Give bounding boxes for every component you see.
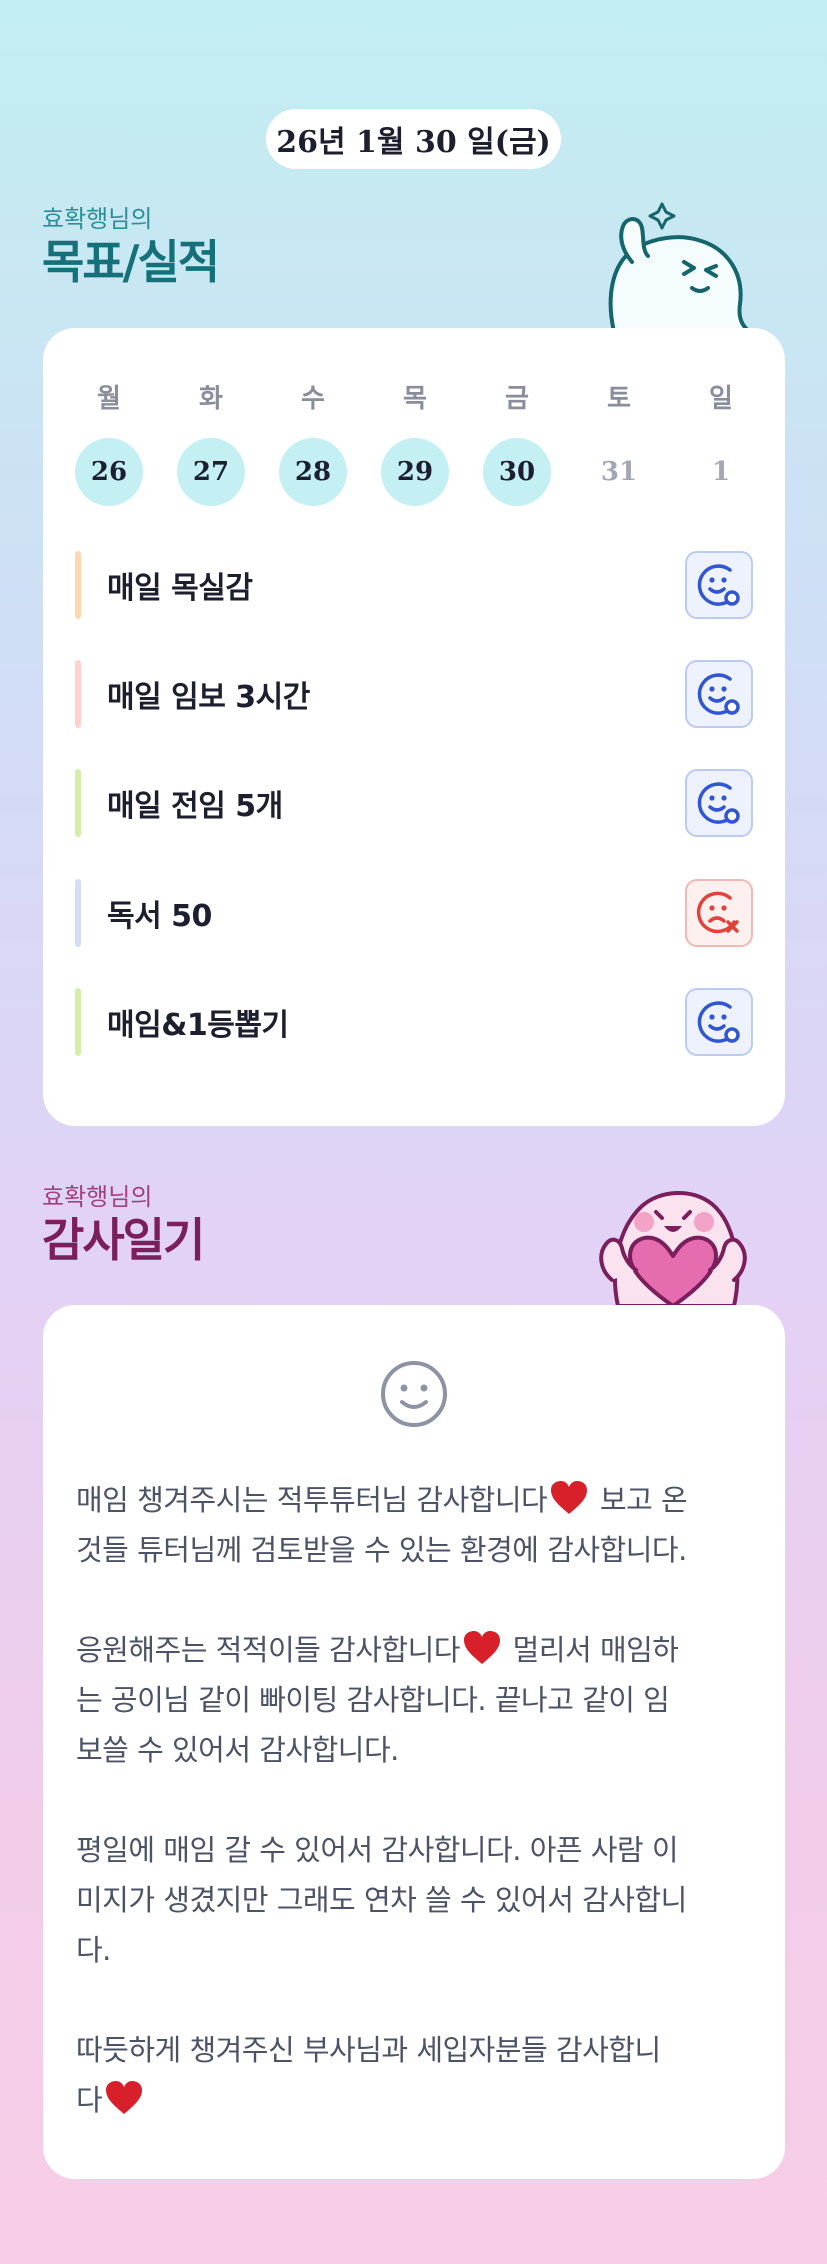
goal-name: 독서 50 (107, 899, 212, 934)
goal-name: 매일 임보 3시간 (107, 680, 310, 715)
goal-color-bar (75, 660, 81, 728)
date-pill: 26년 1월 30 일(금) (266, 109, 561, 169)
diary-line: 는 공이님 같이 빠이팅 감사합니다. 끝나고 같이 임 (76, 1683, 670, 1717)
diary-entry: 따듯하게 챙겨주신 부사님과 세입자분들 감사합니 다 (76, 2025, 756, 2125)
heart-icon (551, 1481, 588, 1514)
diary-text: 다 (76, 2083, 103, 2117)
smile-check-icon (697, 1001, 740, 1043)
diary-title: 감사일기 (42, 1213, 205, 1267)
weekday-label: 일 (709, 384, 733, 414)
diary-entry: 평일에 매임 갈 수 있어서 감사합니다. 아픈 사람 이 미지가 생겼지만 그… (76, 1825, 756, 1975)
goal-color-bar (75, 988, 81, 1056)
diary-text: 매임 챙겨주시는 적투튜터님 감사합니다 (76, 1483, 548, 1517)
calendar-day[interactable]: 31 (585, 438, 653, 506)
goal-status-button[interactable] (685, 769, 753, 837)
calendar-day[interactable]: 30 (483, 438, 551, 506)
weekday-label: 수 (301, 384, 325, 414)
goal-row: 매일 목실감 (75, 551, 753, 619)
weekday-label: 목 (403, 384, 427, 414)
diary-line: 것들 튜터님께 검토받을 수 있는 환경에 감사합니다. (76, 1533, 687, 1567)
goal-name: 매일 전임 5개 (107, 789, 283, 824)
goal-name: 매임&1등뽑기 (107, 1008, 289, 1043)
goal-name: 매일 목실감 (107, 571, 253, 606)
goal-row: 매임&1등뽑기 (75, 988, 753, 1056)
goal-status-button[interactable] (685, 660, 753, 728)
diary-line: 따듯하게 챙겨주신 부사님과 세입자분들 감사합니 (76, 2033, 661, 2067)
goals-subtitle: 효확행님의 (42, 205, 153, 233)
diary-text: 보고 온 (591, 1483, 688, 1517)
weekday-header: 월 화 수 목 금 토 일 (75, 378, 755, 415)
diary-line: 응원해주는 적적이들 감사합니다 멀리서 매임하 (76, 1625, 756, 1675)
diary-line: 미지가 생겼지만 그래도 연차 쓸 수 있어서 감사합니 (76, 1883, 687, 1917)
diary-card: 매임 챙겨주시는 적투튜터님 감사합니다 보고 온 것들 튜터님께 검토받을 수… (43, 1305, 785, 2179)
heart-hugging-mascot-icon (599, 1191, 747, 1306)
goal-color-bar (75, 769, 81, 837)
goal-row: 매일 전임 5개 (75, 769, 753, 837)
diary-text: 멀리서 매임하 (503, 1633, 679, 1667)
smile-check-icon (697, 564, 740, 606)
sad-x-icon (696, 891, 739, 934)
diary-subtitle: 효확행님의 (42, 1183, 153, 1211)
diary-line: 다 (76, 2075, 756, 2125)
heart-icon (106, 2081, 143, 2114)
week-days: 26 27 28 29 30 31 1 (75, 438, 755, 506)
weekday-label: 화 (199, 384, 223, 414)
calendar-day[interactable]: 1 (687, 438, 755, 506)
calendar-day[interactable]: 29 (381, 438, 449, 506)
waving-mascot-icon (608, 202, 752, 332)
diary-line: 다. (76, 1933, 111, 1967)
goals-section-header: 효확행님의 목표/실적 (42, 204, 220, 290)
date-label: 26년 1월 30 일(금) (276, 125, 551, 160)
weekday-label: 토 (607, 384, 631, 414)
diary-line: 보쓸 수 있어서 감사합니다. (76, 1733, 399, 1767)
goal-status-button[interactable] (685, 551, 753, 619)
calendar-day[interactable]: 28 (279, 438, 347, 506)
goal-color-bar (75, 879, 81, 947)
calendar-day[interactable]: 26 (75, 438, 143, 506)
goal-status-button[interactable] (685, 879, 753, 947)
goal-row: 매일 임보 3시간 (75, 660, 753, 728)
goal-color-bar (75, 551, 81, 619)
diary-entry: 응원해주는 적적이들 감사합니다 멀리서 매임하 는 공이님 같이 빠이팅 감사… (76, 1625, 756, 1775)
goal-status-button[interactable] (685, 988, 753, 1056)
calendar-day[interactable]: 27 (177, 438, 245, 506)
diary-entry: 매임 챙겨주시는 적투튜터님 감사합니다 보고 온 것들 튜터님께 검토받을 수… (76, 1475, 756, 1575)
diary-line: 매임 챙겨주시는 적투튜터님 감사합니다 보고 온 (76, 1475, 756, 1525)
diary-section-header: 효확행님의 감사일기 (42, 1182, 205, 1268)
goals-title: 목표/실적 (42, 235, 220, 289)
weekday-label: 월 (97, 384, 121, 414)
goal-row: 독서 50 (75, 879, 753, 947)
weekday-label: 금 (505, 384, 529, 414)
smile-check-icon (697, 782, 740, 824)
goals-card: 월 화 수 목 금 토 일 26 27 28 29 30 31 1 매일 목실감… (43, 328, 785, 1126)
diary-text: 응원해주는 적적이들 감사합니다 (76, 1633, 460, 1667)
diary-line: 평일에 매임 갈 수 있어서 감사합니다. 아픈 사람 이 (76, 1833, 679, 1867)
smile-check-icon (697, 673, 740, 715)
heart-icon (463, 1631, 500, 1664)
smiley-face-icon (381, 1361, 447, 1427)
